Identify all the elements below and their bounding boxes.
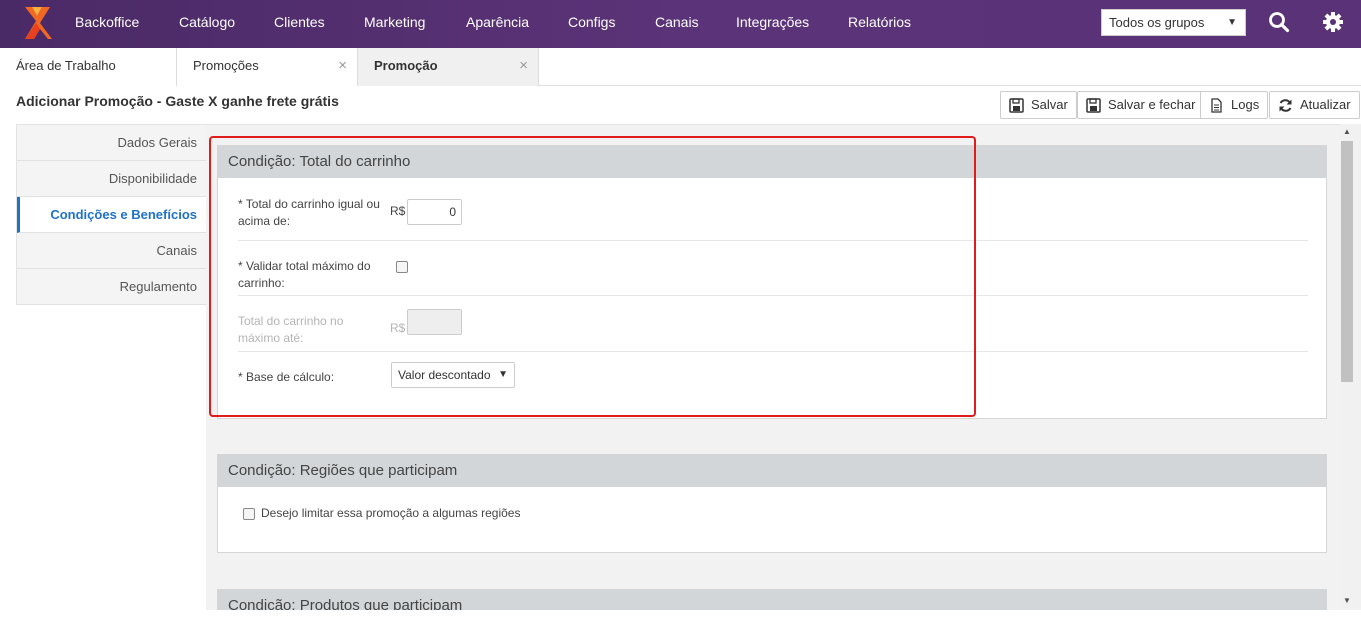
scrollbar-thumb[interactable] [1341, 141, 1353, 382]
nav-configs[interactable]: Configs [568, 0, 615, 48]
save-label: Salvar [1031, 97, 1068, 112]
nav-integracoes[interactable]: Integrações [736, 0, 809, 48]
nav-relatorios[interactable]: Relatórios [848, 0, 911, 48]
save-close-label: Salvar e fechar [1108, 97, 1196, 112]
side-menu-disponibilidade[interactable]: Disponibilidade [17, 161, 207, 197]
side-menu-canais[interactable]: Canais [17, 233, 207, 269]
regions-panel: Condição: Regiões que participam Desejo … [217, 454, 1327, 553]
max-total-row: Total do carrinho no máximo até: R$ [238, 296, 1308, 352]
panel-title: Condição: Produtos que participam [218, 590, 1326, 610]
nav-aparencia[interactable]: Aparência [466, 0, 529, 48]
search-icon[interactable] [1268, 11, 1290, 33]
calc-base-label: * Base de cálculo: [238, 370, 335, 384]
gear-icon[interactable] [1322, 11, 1344, 33]
refresh-button[interactable]: Atualizar [1269, 91, 1360, 119]
max-total-label: Total do carrinho no máximo até: [238, 314, 344, 345]
calc-base-value: Valor descontado [398, 368, 491, 382]
currency-label: R$ [390, 204, 406, 218]
calc-base-select[interactable]: Valor descontado ▼ [391, 362, 515, 388]
limit-regions-checkbox[interactable] [243, 508, 255, 520]
calc-base-row: * Base de cálculo: Valor descontado ▼ [238, 352, 1308, 402]
min-total-input[interactable]: 0 [407, 199, 462, 225]
save-button[interactable]: Salvar [1000, 91, 1077, 119]
logo-icon[interactable] [22, 5, 52, 41]
logs-button[interactable]: Logs [1200, 91, 1269, 119]
content-area: Condição: Total do carrinho * Total do c… [206, 124, 1340, 610]
products-panel: Condição: Produtos que participam [217, 589, 1327, 610]
save-and-close-button[interactable]: Salvar e fechar [1077, 91, 1205, 119]
nav-marketing[interactable]: Marketing [364, 0, 425, 48]
group-select-value: Todos os grupos [1109, 15, 1205, 30]
scroll-up-icon[interactable]: ▲ [1343, 127, 1351, 136]
floppy-disk-icon [1086, 98, 1101, 113]
nav-canais[interactable]: Canais [655, 0, 699, 48]
side-menu-dados-gerais[interactable]: Dados Gerais [17, 125, 207, 161]
tab-label: Área de Trabalho [16, 58, 116, 73]
max-total-input[interactable] [407, 309, 462, 335]
currency-label: R$ [390, 321, 406, 335]
chevron-down-icon: ▼ [498, 369, 508, 380]
min-total-row: * Total do carrinho igual ou acima de: R… [238, 178, 1308, 241]
page-title: Adicionar Promoção - Gaste X ganhe frete… [16, 93, 339, 109]
nav-clientes[interactable]: Clientes [274, 0, 325, 48]
refresh-label: Atualizar [1300, 97, 1351, 112]
refresh-icon [1279, 99, 1292, 112]
min-total-label: * Total do carrinho igual ou acima de: [238, 197, 380, 228]
chevron-down-icon: ▼ [1227, 17, 1237, 28]
panel-title: Condição: Total do carrinho [218, 146, 1326, 178]
scroll-down-icon[interactable]: ▼ [1343, 596, 1351, 605]
tab-label: Promoção [374, 58, 438, 73]
top-navbar: Backoffice Catálogo Clientes Marketing A… [0, 0, 1361, 48]
panel-title: Condição: Regiões que participam [218, 455, 1326, 487]
tab-area-de-trabalho[interactable]: Área de Trabalho [0, 48, 177, 86]
tabs-bar: Área de Trabalho Promoções × Promoção × [0, 48, 1361, 86]
floppy-disk-icon [1009, 98, 1024, 113]
nav-backoffice[interactable]: Backoffice [75, 0, 139, 48]
side-menu-regulamento[interactable]: Regulamento [17, 269, 207, 305]
nav-catalogo[interactable]: Catálogo [179, 0, 235, 48]
side-menu: Dados Gerais Disponibilidade Condições e… [16, 124, 207, 305]
limit-regions-label: Desejo limitar essa promoção a algumas r… [261, 506, 521, 520]
validate-max-checkbox[interactable] [396, 261, 408, 273]
tab-promocoes[interactable]: Promoções × [177, 48, 358, 86]
close-icon[interactable]: × [338, 48, 347, 84]
tab-promocao[interactable]: Promoção × [358, 48, 539, 86]
validate-max-label: * Validar total máximo do carrinho: [238, 259, 371, 290]
logs-label: Logs [1231, 97, 1260, 112]
validate-max-row: * Validar total máximo do carrinho: [238, 241, 1308, 296]
group-select[interactable]: Todos os grupos ▼ [1101, 9, 1246, 36]
document-icon [1211, 98, 1222, 113]
cart-total-panel: Condição: Total do carrinho * Total do c… [217, 145, 1327, 419]
close-icon[interactable]: × [519, 48, 528, 84]
side-menu-condicoes-beneficios[interactable]: Condições e Benefícios [17, 197, 207, 233]
tab-label: Promoções [193, 58, 259, 73]
